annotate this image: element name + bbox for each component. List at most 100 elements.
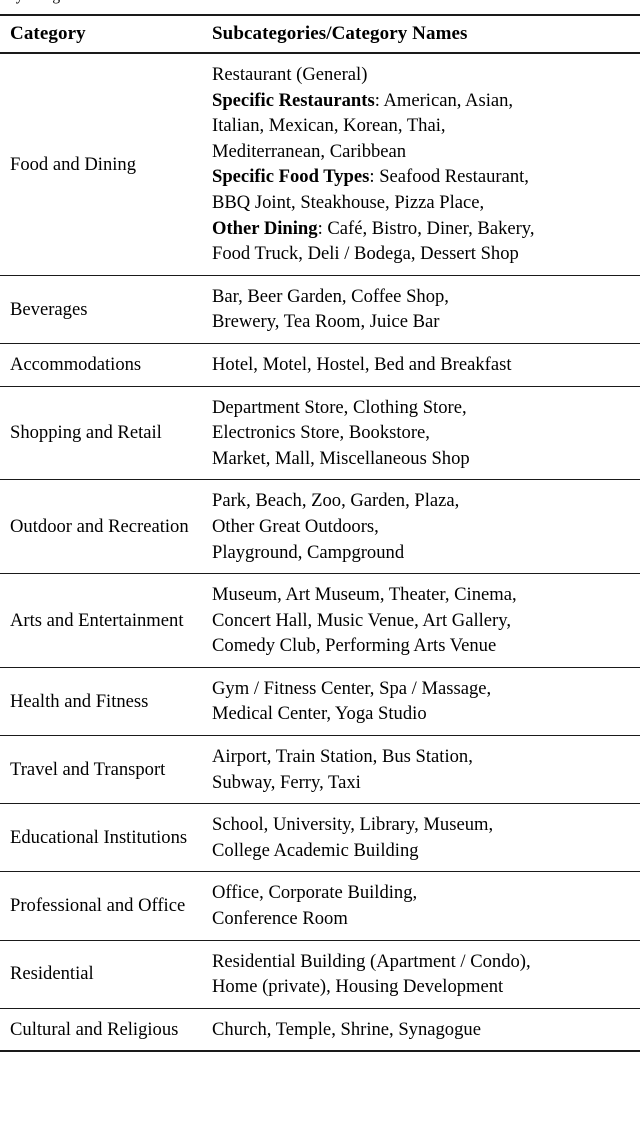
subcategory-line: Brewery, Tea Room, Juice Bar [212, 309, 630, 335]
table-row: Health and Fitness Gym / Fitness Center, … [0, 667, 640, 737]
subcategory-line: Church, Temple, Shrine, Synagogue [212, 1017, 630, 1043]
subcategory-line: Specific Food Types: Seafood Restaurant, [212, 164, 630, 190]
subcategory-text: Electronics Store, Bookstore, [212, 422, 430, 444]
subcategory-line: Electronics Store, Bookstore, [212, 420, 630, 446]
subcategory-text: Home (private), Housing Development [212, 976, 504, 998]
subcategory-text: : American, Asian, [374, 89, 514, 111]
subcategory-text: Concert Hall, Music Venue, Art Gallery, [212, 609, 511, 631]
subcategory-line: Comedy Club, Performing Arts Venue [212, 633, 630, 659]
subcategory-line: Park, Beach, Zoo, Garden, Plaza, [212, 488, 630, 514]
subcategory-text: Market, Mall, Miscellaneous Shop [212, 447, 470, 469]
subcategory-text: Airport, Train Station, Bus Station, [212, 746, 473, 768]
subcategory-text: Subway, Ferry, Taxi [212, 771, 361, 793]
subcategory-text: Restaurant (General) [212, 64, 368, 85]
subcategory-text: Church, Temple, Shrine, Synagogue [212, 1018, 481, 1040]
subcategory-line: Office, Corporate Building, [212, 880, 630, 906]
subcategory-text: Gym / Fitness Center, Spa / Massage, [212, 677, 492, 699]
subcategory-line: Museum, Art Museum, Theater, Cinema, [212, 582, 630, 608]
subcategories-cell: Park, Beach, Zoo, Garden, Plaza, Other Gr… [208, 479, 640, 575]
subcategory-line: BBQ Joint, Steakhouse, Pizza Place, [212, 190, 630, 216]
table-row: Outdoor and Recreation Park, Beach, Zoo, … [0, 479, 640, 575]
subcategories-cell: Church, Temple, Shrine, Synagogue [208, 1008, 640, 1053]
subcategory-line: College Academic Building [212, 838, 630, 864]
clipped-text-fragment: by categories. [8, 0, 408, 5]
category-cell: Shopping and Retail [0, 386, 208, 481]
table-row: Food and Dining Restaurant (General) Speci… [0, 53, 640, 276]
subcategory-text: : Seafood Restaurant, [369, 166, 529, 188]
subcategories-cell: Bar, Beer Garden, Coffee Shop, Brewery, T… [208, 275, 640, 344]
subcategory-text: Other Great Outdoors, [212, 515, 379, 537]
table-row: Beverages Bar, Beer Garden, Coffee Shop, B… [0, 275, 640, 344]
subcategory-line: Home (private), Housing Development [212, 974, 630, 1000]
subcategory-text: Italian, Mexican, Korean, Thai, [212, 115, 446, 137]
subcategory-text: Mediterranean, Caribbean [212, 140, 407, 162]
subcategory-line: Airport, Train Station, Bus Station, [212, 744, 630, 770]
subcategory-text: Comedy Club, Performing Arts Venue [212, 635, 497, 657]
subcategory-text: Museum, Art Museum, Theater, Cinema, [212, 584, 517, 606]
subcategory-line: Playground, Campground [212, 540, 630, 566]
subcategories-cell: Office, Corporate Building, Conference Ro… [208, 871, 640, 941]
table-row: Cultural and Religious Church, Temple, Sh… [0, 1008, 640, 1053]
subcategory-group-label: Specific Restaurants [212, 89, 375, 111]
subcategory-line: Mediterranean, Caribbean [212, 139, 630, 165]
category-cell: Residential [0, 940, 208, 1009]
subcategory-line: Market, Mall, Miscellaneous Shop [212, 446, 630, 472]
table-row: Accommodations Hotel, Motel, Hostel, Bed … [0, 343, 640, 387]
category-cell: Educational Institutions [0, 803, 208, 873]
subcategory-text: Playground, Campground [212, 541, 405, 563]
subcategories-cell: Gym / Fitness Center, Spa / Massage, Medi… [208, 667, 640, 737]
subcategory-line: Medical Center, Yoga Studio [212, 701, 630, 727]
subcategory-line: Other Great Outdoors, [212, 514, 630, 540]
subcategory-line: Concert Hall, Music Venue, Art Gallery, [212, 608, 630, 634]
subcategory-line: Other Dining: Café, Bistro, Diner, Baker… [212, 216, 630, 242]
subcategories-cell: Hotel, Motel, Hostel, Bed and Breakfast [208, 343, 640, 387]
table-header: Category Subcategories/Category Names [0, 14, 640, 54]
subcategory-line: Residential Building (Apartment / Condo)… [212, 949, 630, 975]
subcategory-text: Brewery, Tea Room, Juice Bar [212, 311, 440, 333]
subcategories-cell: Museum, Art Museum, Theater, Cinema, Conc… [208, 573, 640, 668]
subcategory-line: Bar, Beer Garden, Coffee Shop, [212, 284, 630, 310]
category-taxonomy-table: Category Subcategories/Category Names Fo… [0, 14, 640, 1053]
page-root: by categories. Category Subcategories/Ca… [0, 0, 640, 1128]
subcategories-cell: Residential Building (Apartment / Condo)… [208, 940, 640, 1009]
subcategory-line: Italian, Mexican, Korean, Thai, [212, 113, 630, 139]
table-body: Food and Dining Restaurant (General) Speci… [0, 53, 640, 1053]
subcategory-line: Hotel, Motel, Hostel, Bed and Breakfast [212, 352, 630, 378]
subcategories-cell: Airport, Train Station, Bus Station, Subw… [208, 735, 640, 805]
category-cell: Accommodations [0, 343, 208, 387]
subcategories-cell: Department Store, Clothing Store, Electro… [208, 386, 640, 481]
category-cell: Arts and Entertainment [0, 573, 208, 668]
subcategory-text: School, University, Library, Museum, [212, 814, 494, 836]
table-row: Professional and Office Office, Corporate… [0, 871, 640, 941]
subcategory-line: Restaurant (General) [212, 62, 630, 88]
subcategory-line: Gym / Fitness Center, Spa / Massage, [212, 676, 630, 702]
subcategory-line: Food Truck, Deli / Bodega, Dessert Shop [212, 241, 630, 267]
category-cell: Beverages [0, 275, 208, 344]
table-row: Residential Residential Building (Apartme… [0, 940, 640, 1009]
subcategory-text: BBQ Joint, Steakhouse, Pizza Place, [212, 191, 485, 213]
subcategory-line: School, University, Library, Museum, [212, 812, 630, 838]
subcategory-text: College Academic Building [212, 839, 419, 861]
table-row: Travel and Transport Airport, Train Stati… [0, 735, 640, 805]
subcategory-text: Park, Beach, Zoo, Garden, Plaza, [212, 490, 460, 512]
column-header-category: Category [0, 14, 208, 54]
subcategory-text: Food Truck, Deli / Bodega, Dessert Shop [212, 243, 519, 265]
subcategory-line: Conference Room [212, 906, 630, 932]
category-cell: Outdoor and Recreation [0, 479, 208, 575]
subcategories-cell: Restaurant (General) Specific Restaurants… [208, 53, 640, 276]
table-row: Educational Institutions School, Universi… [0, 803, 640, 873]
subcategory-text: Hotel, Motel, Hostel, Bed and Breakfast [212, 353, 512, 375]
category-cell: Cultural and Religious [0, 1008, 208, 1053]
subcategory-text: Medical Center, Yoga Studio [212, 703, 427, 725]
subcategory-text: Office, Corporate Building, [212, 882, 418, 904]
subcategory-line: Specific Restaurants: American, Asian, [212, 88, 630, 114]
category-cell: Professional and Office [0, 871, 208, 941]
subcategory-line: Subway, Ferry, Taxi [212, 770, 630, 796]
category-cell: Health and Fitness [0, 667, 208, 737]
subcategory-text: Bar, Beer Garden, Coffee Shop, [212, 285, 449, 307]
subcategory-group-label: Specific Food Types [212, 166, 370, 188]
subcategory-text: : Café, Bistro, Diner, Bakery, [317, 217, 535, 239]
subcategory-group-label: Other Dining [212, 217, 318, 239]
subcategory-text: Residential Building (Apartment / Condo)… [212, 950, 531, 972]
table-row: Shopping and Retail Department Store, Clo… [0, 386, 640, 481]
